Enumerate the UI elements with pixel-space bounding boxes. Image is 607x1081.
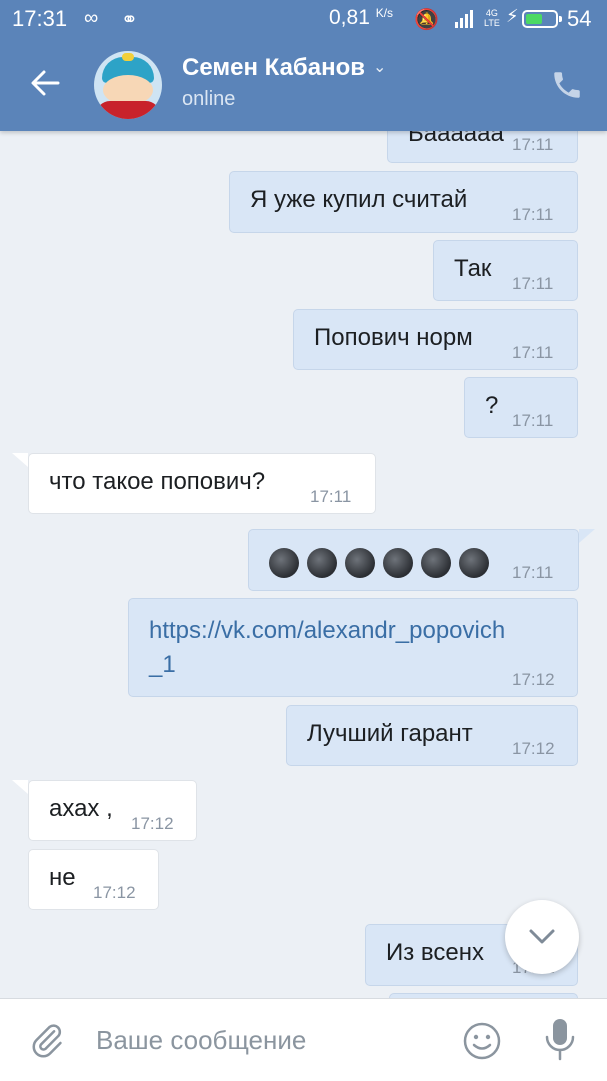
message-time: 17:11 xyxy=(310,487,352,506)
infinity-icon: ∞ xyxy=(84,7,99,29)
avatar[interactable] xyxy=(94,51,162,119)
new-moon-face-emoji xyxy=(383,548,413,578)
message-time: 17:11 xyxy=(512,563,554,582)
message-composer: Ваше сообщение xyxy=(0,998,607,1081)
message-text: Из всенх xyxy=(386,939,485,966)
back-button[interactable] xyxy=(28,66,68,106)
new-moon-face-emoji xyxy=(345,548,375,578)
contact-name: Семен Кабанов xyxy=(182,54,365,81)
message-text: Лучший гарант xyxy=(307,720,473,747)
message-bubble-out[interactable]: Так 17:11 xyxy=(433,240,578,301)
emoji-row xyxy=(269,544,497,581)
message-text: Попович норм xyxy=(314,324,473,351)
new-moon-face-emoji xyxy=(459,548,489,578)
message-bubble-out[interactable]: Я уже купил считай 17:11 xyxy=(229,171,578,233)
battery-icon xyxy=(522,10,562,28)
network-label: 4G xyxy=(485,8,498,18)
message-time: 17:12 xyxy=(131,814,174,833)
bubble-tail xyxy=(579,529,595,543)
message-time: 17:11 xyxy=(512,205,554,224)
message-bubble-in[interactable]: ахах , 17:12 xyxy=(28,780,197,841)
message-input[interactable]: Ваше сообщение xyxy=(96,1025,306,1056)
chevron-down-icon: ⌄ xyxy=(373,59,387,76)
smile-icon xyxy=(463,1022,501,1060)
message-text: Так xyxy=(454,255,492,282)
net-speed: 0,81 K/s xyxy=(329,6,393,30)
message-time: 17:12 xyxy=(512,670,555,689)
message-bubble-out[interactable]: ? 17:11 xyxy=(464,377,578,438)
battery-fill xyxy=(526,14,542,24)
new-moon-face-emoji xyxy=(421,548,451,578)
message-text: не xyxy=(49,864,76,891)
new-moon-face-emoji xyxy=(307,548,337,578)
emoji-button[interactable] xyxy=(462,1021,502,1061)
message-bubble-out[interactable]: https://vk.com/alexandr_popovich _1 17:1… xyxy=(128,598,578,697)
call-button[interactable] xyxy=(550,68,584,102)
new-moon-face-emoji xyxy=(269,548,299,578)
message-text: ? xyxy=(485,392,499,419)
message-link[interactable]: https://vk.com/alexandr_popovich xyxy=(149,617,505,645)
battery-percent: 54 xyxy=(567,6,592,31)
message-bubble-in[interactable]: не 17:12 xyxy=(28,849,159,910)
message-text: Я уже купил считай xyxy=(250,186,468,213)
paperclip-icon xyxy=(32,1024,62,1058)
message-bubble-out[interactable]: Попович норм 17:11 xyxy=(293,309,578,370)
app-header: 17:31 ∞ ⚭ 0,81 K/s 🔕 4G LTE ⚡ 54 Семен К… xyxy=(0,0,607,131)
message-bubble-in[interactable]: что такое попович? 17:11 xyxy=(28,453,376,514)
bubble-tail xyxy=(12,780,28,794)
contact-status: online xyxy=(182,88,236,110)
message-text: Баааааа xyxy=(408,131,504,147)
message-bubble-out[interactable]: Лучший гарант 17:12 xyxy=(286,705,578,766)
message-link-continued[interactable]: _1 xyxy=(149,651,176,679)
link-icon: ⚭ xyxy=(121,9,138,31)
phone-icon xyxy=(554,72,580,98)
message-time: 17:11 xyxy=(512,411,554,430)
mute-icon: 🔕 xyxy=(414,9,439,31)
microphone-icon xyxy=(545,1019,575,1061)
scroll-to-bottom-button[interactable] xyxy=(505,900,579,974)
network-type: 4G LTE xyxy=(484,8,500,28)
contact-name-block[interactable]: Семен Кабанов ⌄ xyxy=(182,54,386,82)
message-list[interactable]: Баааааа 17:11 Я уже купил считай 17:11 Т… xyxy=(0,131,607,998)
signal-icon xyxy=(455,10,477,28)
status-bar: 17:31 ∞ ⚭ 0,81 K/s 🔕 4G LTE ⚡ 54 xyxy=(0,0,607,38)
chevron-down-icon xyxy=(529,929,555,944)
charging-icon: ⚡ xyxy=(506,6,519,26)
attach-button[interactable] xyxy=(28,1021,66,1059)
message-text: что такое попович? xyxy=(49,468,266,495)
message-time: 17:12 xyxy=(93,883,136,902)
message-time: 17:11 xyxy=(512,135,554,154)
message-bubble-out[interactable]: Баааааа 17:11 xyxy=(387,131,578,163)
arrow-left-icon xyxy=(31,70,60,96)
message-bubble-out[interactable]: 17:11 xyxy=(248,529,579,591)
status-time: 17:31 xyxy=(12,6,68,31)
bubble-tail xyxy=(12,453,28,467)
message-time: 17:11 xyxy=(512,343,554,362)
message-time: 17:12 xyxy=(512,739,555,758)
voice-message-button[interactable] xyxy=(543,1017,577,1063)
net-speed-value: 0,81 xyxy=(329,6,370,29)
network-sub-label: LTE xyxy=(484,18,500,28)
net-speed-unit: K/s xyxy=(375,6,394,20)
message-time: 17:11 xyxy=(512,274,554,293)
message-text: ахах , xyxy=(49,795,113,822)
